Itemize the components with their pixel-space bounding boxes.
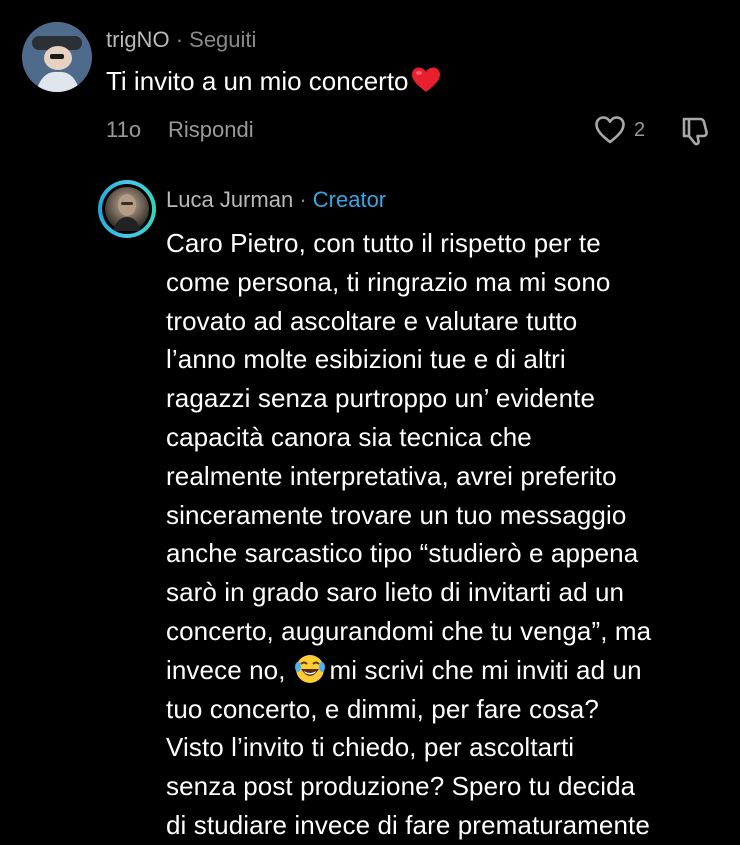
username[interactable]: Luca Jurman [166, 187, 293, 212]
reply-line: Caro Pietro, con tutto il rispetto per t… [166, 228, 601, 258]
laughing-tears-emoji-icon [294, 654, 325, 683]
reply-line-part: mi scrivi che mi inviti ad un [329, 654, 642, 685]
reply-line: ragazzi senza purtroppo un’ evidente [166, 383, 596, 414]
reply-line: come persona, ti ringrazio ma mi sono [166, 266, 611, 297]
reply-line: realmente interpretativa, avrei preferit… [166, 460, 617, 491]
reply-line: Visto l’invito ti chiedo, per ascoltarti [166, 732, 575, 763]
comment-text: Ti invito a un mio concerto [106, 64, 441, 98]
red-heart-icon [411, 67, 440, 92]
reply-line: sinceramente trovare un tuo messaggio [166, 499, 627, 530]
avatar-frame [102, 184, 152, 234]
reply-line-with-emoji: invece no, mi scrivi che mi inviti ad un [166, 651, 732, 690]
reply-line: anche sarcastico tipo “studierò e appena [166, 538, 639, 569]
reply-line: trovato ad ascoltare e valutare tutto [166, 305, 578, 336]
comment-header: trigNO · Seguiti [106, 27, 256, 53]
comment-body: Ti invito a un mio concerto [106, 66, 409, 96]
creator-badge: Creator [312, 187, 387, 212]
avatar-image [105, 187, 149, 231]
separator: · [175, 27, 184, 52]
avatar-face [113, 194, 141, 231]
reply-line: senza post produzione? Spero tu decida [166, 771, 636, 802]
avatar-image [22, 22, 92, 92]
reply-line: tuo concerto, e dimmi, per fare cosa? [166, 693, 599, 724]
username[interactable]: trigNO [106, 27, 170, 52]
reply-line: di studiare invece di fare prematurament… [166, 809, 650, 840]
reply-header: Luca Jurman · Creator [166, 187, 386, 213]
reply-line: capacità canora sia tecnica che [166, 421, 532, 452]
like-count: 2 [634, 118, 646, 141]
heart-outline-icon [595, 116, 625, 144]
comment-time: 11o [106, 117, 142, 142]
dislike-icon[interactable] [678, 115, 710, 147]
separator: · [299, 187, 307, 212]
reply-text: Caro Pietro, con tutto il rispetto per t… [166, 224, 732, 845]
avatar-trigno[interactable] [22, 22, 92, 92]
reply-line: l’anno molte esibizioni tue e di altri [166, 344, 566, 375]
reply-line: concerto, augurandomi che tu venga”, ma [166, 615, 652, 646]
reply-line: sarò in grado saro lieto di invitarti ad… [166, 577, 625, 608]
reply-button[interactable]: Rispondi [168, 116, 254, 144]
reply-line-part: invece no, [166, 654, 286, 685]
avatar-luca-jurman[interactable] [98, 180, 156, 238]
like-button[interactable]: 2 [594, 115, 645, 145]
following-label: Seguiti [189, 27, 257, 52]
